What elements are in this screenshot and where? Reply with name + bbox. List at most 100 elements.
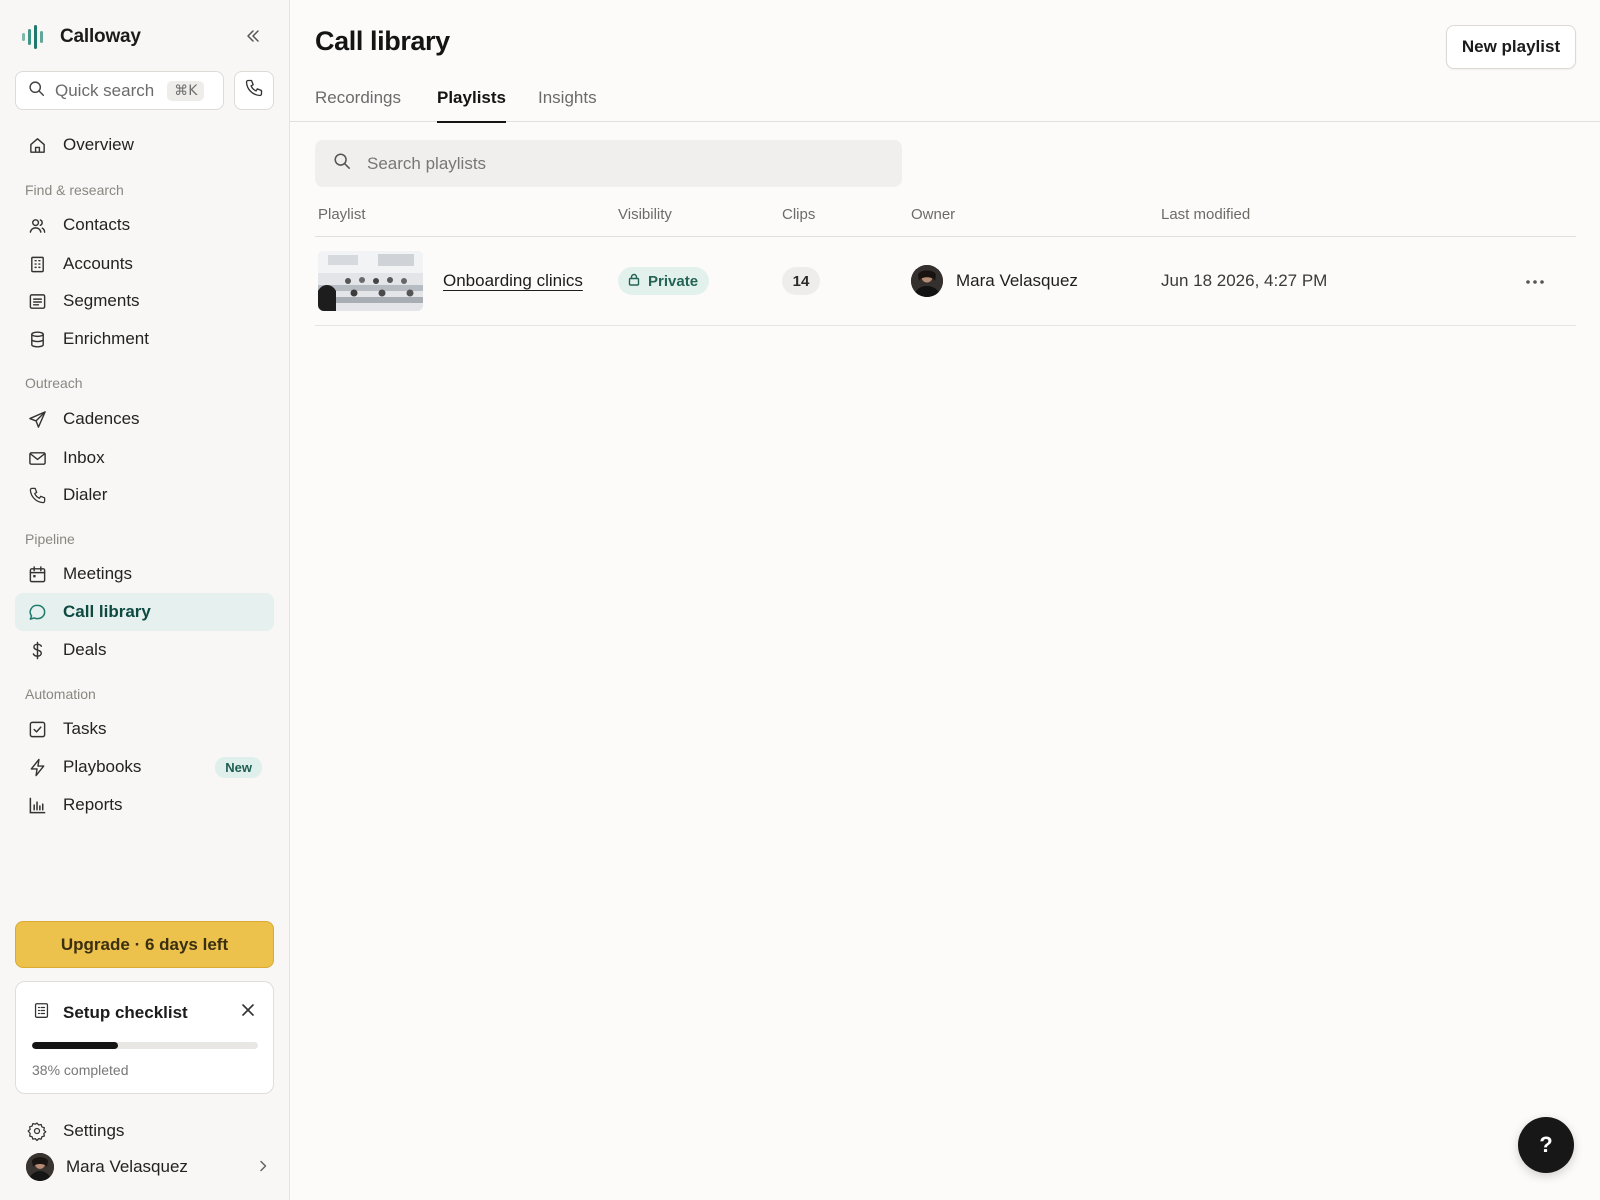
table-row[interactable]: Onboarding clinics Private 14 Mara Velas…	[315, 237, 1576, 326]
sidebar-item-reports[interactable]: Reports	[15, 786, 274, 824]
sidebar-item-label: Accounts	[63, 254, 133, 273]
new-playlist-button[interactable]: New playlist	[1446, 25, 1576, 69]
sidebar-item-segments[interactable]: Segments	[15, 282, 274, 320]
sidebar-item-playbooks[interactable]: Playbooks New	[15, 748, 274, 786]
owner-name: Mara Velasquez	[956, 271, 1078, 290]
help-button[interactable]: ?	[1518, 1117, 1574, 1173]
sidebar-item-deals[interactable]: Deals	[15, 631, 274, 669]
checklist-icon	[33, 1002, 50, 1024]
dial-button[interactable]	[234, 71, 274, 110]
column-header-owner[interactable]: Owner	[911, 206, 955, 223]
sidebar-item-label: Segments	[63, 291, 140, 310]
search-playlists-placeholder: Search playlists	[367, 153, 487, 173]
checklist-progress-bar	[32, 1042, 258, 1049]
tab-insights[interactable]: Insights	[538, 88, 597, 121]
sidebar-item-label: Playbooks	[63, 757, 142, 776]
close-checklist-button[interactable]	[237, 1001, 259, 1023]
tab-bar: Recordings Playlists Insights	[290, 84, 1600, 123]
sidebar-item-label: Contacts	[63, 215, 131, 234]
user-name: Mara Velasquez	[66, 1157, 188, 1176]
sidebar-item-meetings[interactable]: Meetings	[15, 555, 274, 593]
sidebar-item-accounts[interactable]: Accounts	[15, 245, 274, 283]
calendar-icon	[27, 564, 47, 584]
collapse-sidebar-button[interactable]	[240, 25, 266, 51]
column-header-last-modified[interactable]: Last modified	[1161, 206, 1250, 223]
sidebar-item-label: Deals	[63, 640, 107, 659]
playlist-thumbnail	[318, 251, 423, 311]
visibility-badge: Private	[618, 267, 710, 295]
section-label-find: Find & research	[25, 182, 124, 198]
sidebar-item-label: Overview	[63, 135, 134, 154]
checklist-progress-text: 38% completed	[32, 1062, 129, 1078]
column-header-clips[interactable]: Clips	[782, 206, 815, 223]
playlists-table: Playlist Visibility Clips Owner Last mod…	[315, 200, 1576, 326]
brand[interactable]: Calloway	[20, 22, 141, 52]
search-playlists-input[interactable]: Search playlists	[315, 140, 902, 187]
list-icon	[27, 291, 47, 311]
search-icon	[333, 152, 351, 175]
main-content: Call library New playlist Recordings Pla…	[290, 0, 1600, 1200]
database-icon	[27, 329, 47, 349]
column-header-visibility[interactable]: Visibility	[618, 206, 672, 223]
new-badge: New	[215, 757, 262, 778]
table-header: Playlist Visibility Clips Owner Last mod…	[315, 200, 1576, 237]
gear-icon	[27, 1121, 47, 1141]
sidebar-item-enrichment[interactable]: Enrichment	[15, 320, 274, 358]
sidebar-item-label: Tasks	[63, 719, 107, 738]
row-actions-button[interactable]	[1520, 269, 1550, 293]
last-modified-value: Jun 18 2026, 4:27 PM	[1161, 271, 1328, 290]
avatar	[911, 265, 943, 297]
checklist-progress-fill	[32, 1042, 118, 1049]
sidebar-item-label: Reports	[63, 795, 123, 814]
sidebar-item-settings[interactable]: Settings	[15, 1112, 274, 1150]
phone-icon	[27, 485, 47, 505]
close-icon	[241, 1003, 255, 1022]
sidebar-item-label: Cadences	[63, 409, 140, 428]
section-label-automation: Automation	[25, 686, 96, 702]
clips-count-badge: 14	[782, 267, 820, 295]
chat-bubble-icon	[27, 602, 47, 622]
bar-chart-icon	[27, 795, 47, 815]
sidebar-item-label: Enrichment	[63, 329, 149, 348]
sidebar-item-contacts[interactable]: Contacts	[15, 206, 274, 244]
quick-search-placeholder: Quick search	[55, 80, 155, 100]
upgrade-button[interactable]: Upgrade · 6 days left	[15, 921, 274, 968]
sidebar-item-label: Dialer	[63, 485, 108, 504]
sidebar-item-call-library[interactable]: Call library	[15, 593, 274, 631]
page-title: Call library	[315, 26, 450, 56]
visibility-label: Private	[648, 272, 699, 290]
send-icon	[27, 409, 47, 429]
phone-icon	[244, 78, 264, 103]
building-icon	[27, 254, 47, 274]
sidebar-item-dialer[interactable]: Dialer	[15, 476, 274, 514]
checkbox-icon	[27, 719, 47, 739]
checklist-header: Setup checklist	[33, 1002, 188, 1024]
playlist-name-link[interactable]: Onboarding clinics	[443, 271, 583, 291]
tab-recordings[interactable]: Recordings	[315, 88, 401, 121]
sidebar-item-tasks[interactable]: Tasks	[15, 710, 274, 748]
sidebar-item-inbox[interactable]: Inbox	[15, 439, 274, 477]
home-icon	[27, 135, 47, 155]
dollar-icon	[27, 640, 47, 660]
section-label-pipeline: Pipeline	[25, 531, 75, 547]
waveform-logo-icon	[20, 24, 46, 50]
sidebar-item-overview[interactable]: Overview	[15, 126, 274, 164]
checklist-title: Setup checklist	[63, 1003, 188, 1022]
tab-playlists[interactable]: Playlists	[437, 88, 506, 123]
column-header-playlist[interactable]: Playlist	[318, 206, 366, 223]
chevron-right-icon	[256, 1159, 270, 1178]
lock-icon	[628, 273, 640, 290]
setup-checklist-card[interactable]: Setup checklist 38% completed	[15, 981, 274, 1094]
lightning-icon	[27, 757, 47, 777]
app-window: Calloway Quick search ⌘K Overview Find &…	[0, 0, 1600, 1200]
users-icon	[27, 215, 47, 235]
sidebar-item-cadences[interactable]: Cadences	[15, 400, 274, 438]
sidebar-item-label: Call library	[63, 602, 151, 621]
search-icon	[28, 80, 45, 102]
sidebar-item-label: Inbox	[63, 448, 105, 467]
shortcut-hint: ⌘K	[167, 80, 205, 101]
user-menu[interactable]: Mara Velasquez	[26, 1152, 270, 1182]
quick-search-input[interactable]: Quick search ⌘K	[15, 71, 224, 110]
mail-icon	[27, 448, 47, 468]
chevrons-left-icon	[245, 28, 261, 49]
